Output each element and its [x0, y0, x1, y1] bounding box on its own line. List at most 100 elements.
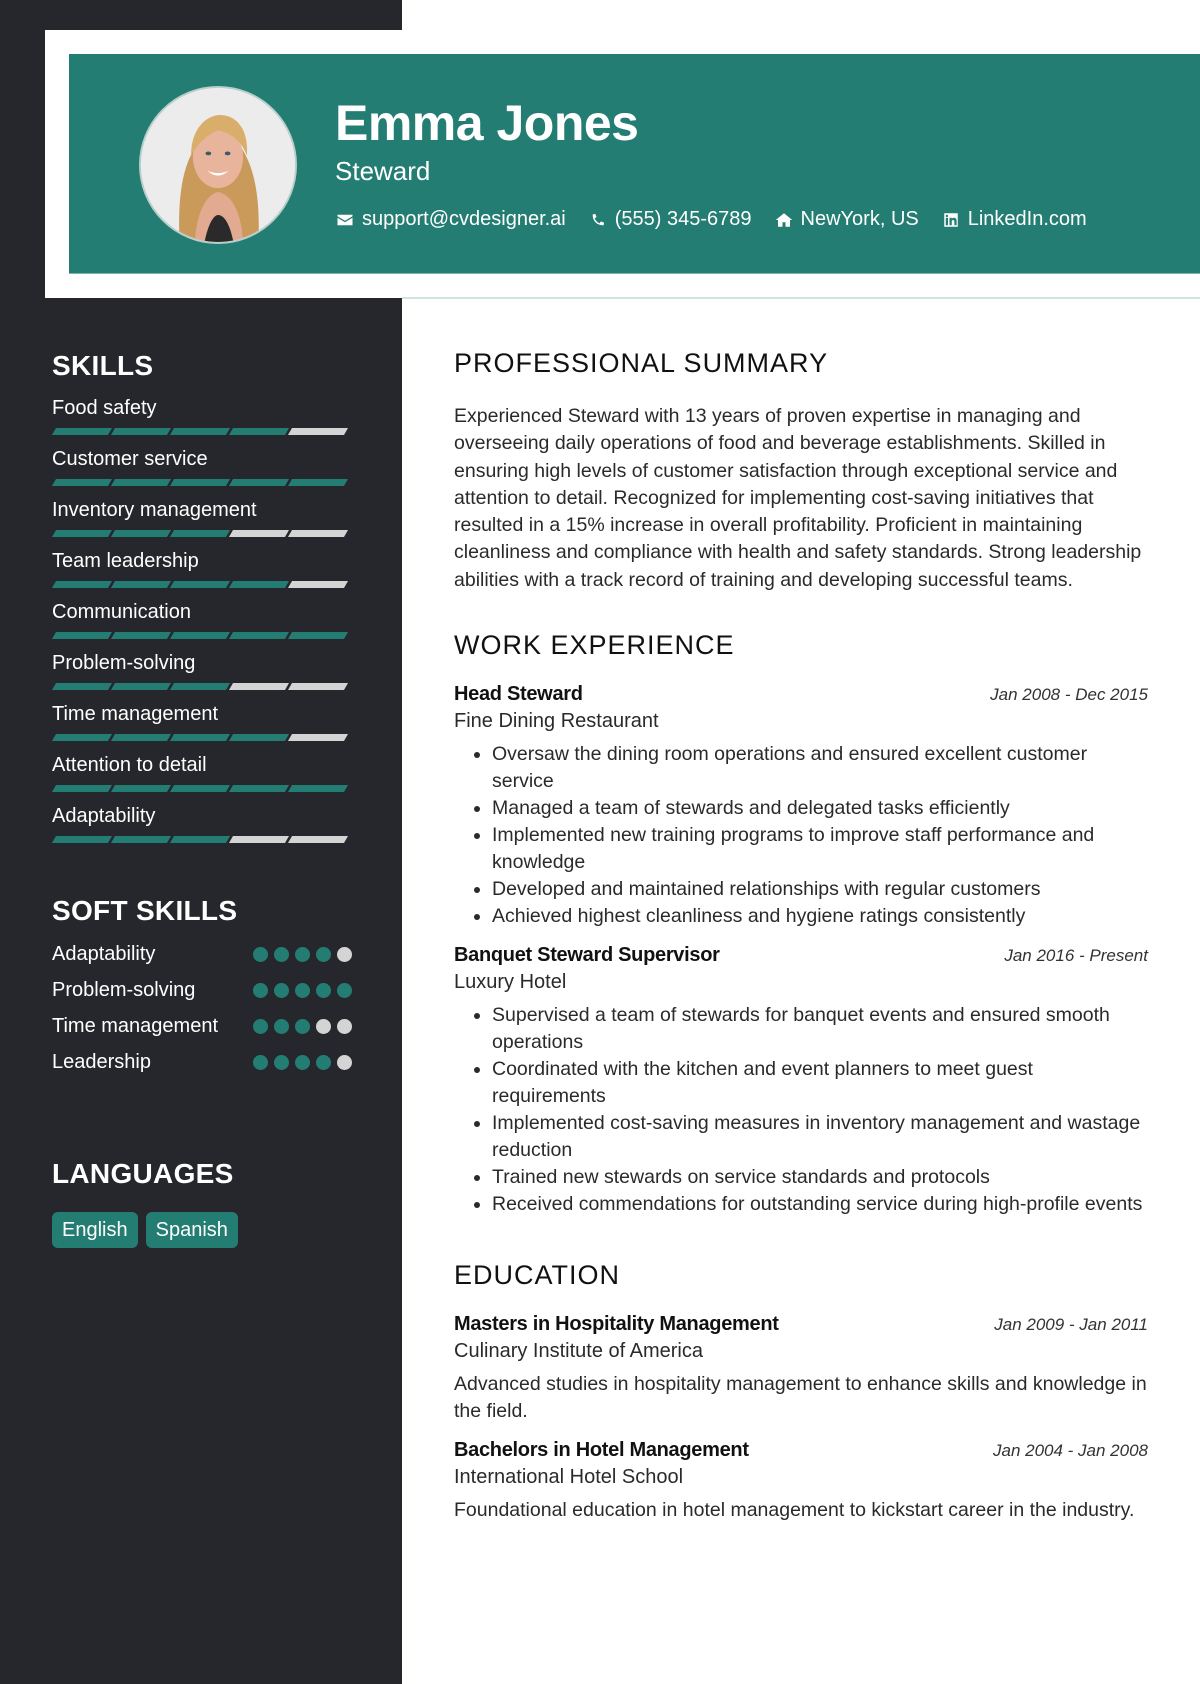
- skill-segment-filled: [287, 785, 349, 792]
- skill-segment-empty: [287, 530, 349, 537]
- rating-dot-filled: [253, 1019, 268, 1034]
- skill-segment-filled: [169, 785, 231, 792]
- skill-name: Team leadership: [52, 550, 199, 572]
- degree-title: Masters in Hospitality Management: [454, 1313, 779, 1336]
- skill-segment-filled: [169, 530, 231, 537]
- soft-skills-list: Adaptability Problem-solving Time manageme…: [52, 941, 352, 1075]
- skill-level-bar: [51, 836, 352, 843]
- rating-dot-filled: [274, 983, 289, 998]
- summary-section: PROFESSIONAL SUMMARY Experienced Steward…: [454, 348, 1148, 594]
- rating-dot-filled: [274, 1019, 289, 1034]
- summary-text: Experienced Steward with 13 years of pro…: [454, 405, 1142, 591]
- rating-dot-empty: [337, 1019, 352, 1034]
- skill-level-bar: [51, 632, 352, 639]
- school-name: International Hotel School: [454, 1466, 684, 1489]
- rating-dot-filled: [295, 1019, 310, 1034]
- skill-segment-filled: [110, 428, 172, 435]
- skill-segment-filled: [169, 683, 231, 690]
- profile-photo: [139, 86, 297, 244]
- skill-segment-filled: [110, 581, 172, 588]
- contact-location-text: NewYork, US: [800, 208, 919, 230]
- job-bullet: Coordinated with the kitchen and event p…: [492, 1056, 1148, 1110]
- experience-item: Head Steward Jan 2008 - Dec 2015 Fine Dini…: [454, 683, 1148, 930]
- skill-segment-filled: [51, 683, 113, 690]
- skill-level-bar: [51, 428, 352, 435]
- skills-heading: SKILLS: [52, 350, 154, 381]
- home-icon: [774, 210, 794, 230]
- education-description: Foundational education in hotel manageme…: [454, 1499, 1135, 1522]
- rating-dot-empty: [337, 947, 352, 962]
- skill-segment-filled: [51, 785, 113, 792]
- job-bullet: Implemented new training programs to imp…: [492, 822, 1148, 876]
- experience-header: Head Steward Jan 2008 - Dec 2015: [454, 683, 1148, 706]
- experience-section: WORK EXPERIENCE Head Steward Jan 2008 - D…: [454, 630, 1148, 1218]
- rating-dot-filled: [295, 983, 310, 998]
- skill-item: Time management: [51, 702, 352, 741]
- job-bullet: Received commendations for outstanding s…: [492, 1191, 1148, 1218]
- contact-email-text: support@cvdesigner.ai: [362, 208, 566, 230]
- contact-linkedin-text: LinkedIn.com: [967, 208, 1087, 230]
- language-tag: English: [52, 1212, 138, 1248]
- soft-skills-section: SOFT SKILLS Adaptability Problem-solving T…: [52, 895, 352, 1075]
- rating-dot-filled: [337, 983, 352, 998]
- skill-segment-empty: [287, 734, 349, 741]
- skill-segment-filled: [51, 632, 113, 639]
- skill-segment-filled: [110, 479, 172, 486]
- skill-name: Communication: [52, 601, 191, 623]
- rating-dot-filled: [274, 947, 289, 962]
- skills-section: SKILLS Food safety Customer service Invent…: [51, 350, 352, 843]
- job-bullet: Oversaw the dining room operations and e…: [492, 741, 1148, 795]
- contact-location: NewYork, US: [774, 208, 919, 231]
- phone-icon: [588, 210, 608, 230]
- soft-skill-item: Leadership: [52, 1049, 352, 1075]
- language-tag: Spanish: [145, 1212, 238, 1248]
- skill-segment-filled: [228, 581, 290, 588]
- soft-skill-name: Leadership: [52, 1051, 151, 1073]
- education-section: EDUCATION Masters in Hospitality Managem…: [454, 1260, 1148, 1524]
- contact-linkedin[interactable]: LinkedIn.com: [941, 208, 1087, 231]
- candidate-title: Steward: [335, 156, 431, 186]
- skill-segment-empty: [228, 683, 290, 690]
- language-list: English Spanish: [52, 1212, 352, 1248]
- soft-skills-heading: SOFT SKILLS: [52, 895, 238, 926]
- skill-segment-filled: [228, 428, 290, 435]
- rating-dot-filled: [295, 1055, 310, 1070]
- rating-dot-filled: [253, 947, 268, 962]
- job-bullets: Oversaw the dining room operations and e…: [454, 741, 1148, 930]
- job-bullet: Achieved highest cleanliness and hygiene…: [492, 903, 1148, 930]
- languages-section: LANGUAGES English Spanish: [52, 1158, 352, 1248]
- job-dates: Jan 2008 - Dec 2015: [990, 685, 1148, 705]
- experience-header: Banquet Steward Supervisor Jan 2016 - Pre…: [454, 944, 1148, 967]
- skill-name: Food safety: [52, 397, 157, 419]
- soft-skill-rating: [253, 977, 352, 998]
- skill-name: Inventory management: [52, 499, 257, 521]
- contact-phone[interactable]: (555) 345-6789: [588, 208, 752, 231]
- skill-segment-empty: [287, 836, 349, 843]
- skill-name: Adaptability: [52, 805, 156, 827]
- skill-segment-filled: [169, 428, 231, 435]
- skill-level-bar: [51, 785, 352, 792]
- skill-segment-empty: [287, 683, 349, 690]
- skill-segment-filled: [228, 632, 290, 639]
- soft-skill-rating: [253, 1049, 352, 1070]
- skill-name: Time management: [52, 703, 218, 725]
- skill-segment-empty: [287, 581, 349, 588]
- job-bullets: Supervised a team of stewards for banque…: [454, 1002, 1148, 1218]
- job-bullet: Managed a team of stewards and delegated…: [492, 795, 1148, 822]
- skill-name: Customer service: [52, 448, 208, 470]
- contact-email[interactable]: support@cvdesigner.ai: [335, 208, 566, 231]
- rating-dot-filled: [253, 1055, 268, 1070]
- job-bullet: Supervised a team of stewards for banque…: [492, 1002, 1148, 1056]
- soft-skill-item: Problem-solving: [52, 977, 352, 1003]
- skills-list: Food safety Customer service Inventory man…: [51, 396, 352, 843]
- education-dates: Jan 2009 - Jan 2011: [994, 1315, 1148, 1335]
- skill-segment-filled: [110, 683, 172, 690]
- skill-segment-filled: [287, 479, 349, 486]
- rating-dot-filled: [295, 947, 310, 962]
- rating-dot-filled: [316, 1055, 331, 1070]
- skill-name: Attention to detail: [52, 754, 207, 776]
- job-dates: Jan 2016 - Present: [1004, 946, 1148, 966]
- candidate-name: Emma Jones: [335, 95, 639, 151]
- education-header: Masters in Hospitality Management Jan 200…: [454, 1313, 1148, 1336]
- skill-segment-filled: [228, 785, 290, 792]
